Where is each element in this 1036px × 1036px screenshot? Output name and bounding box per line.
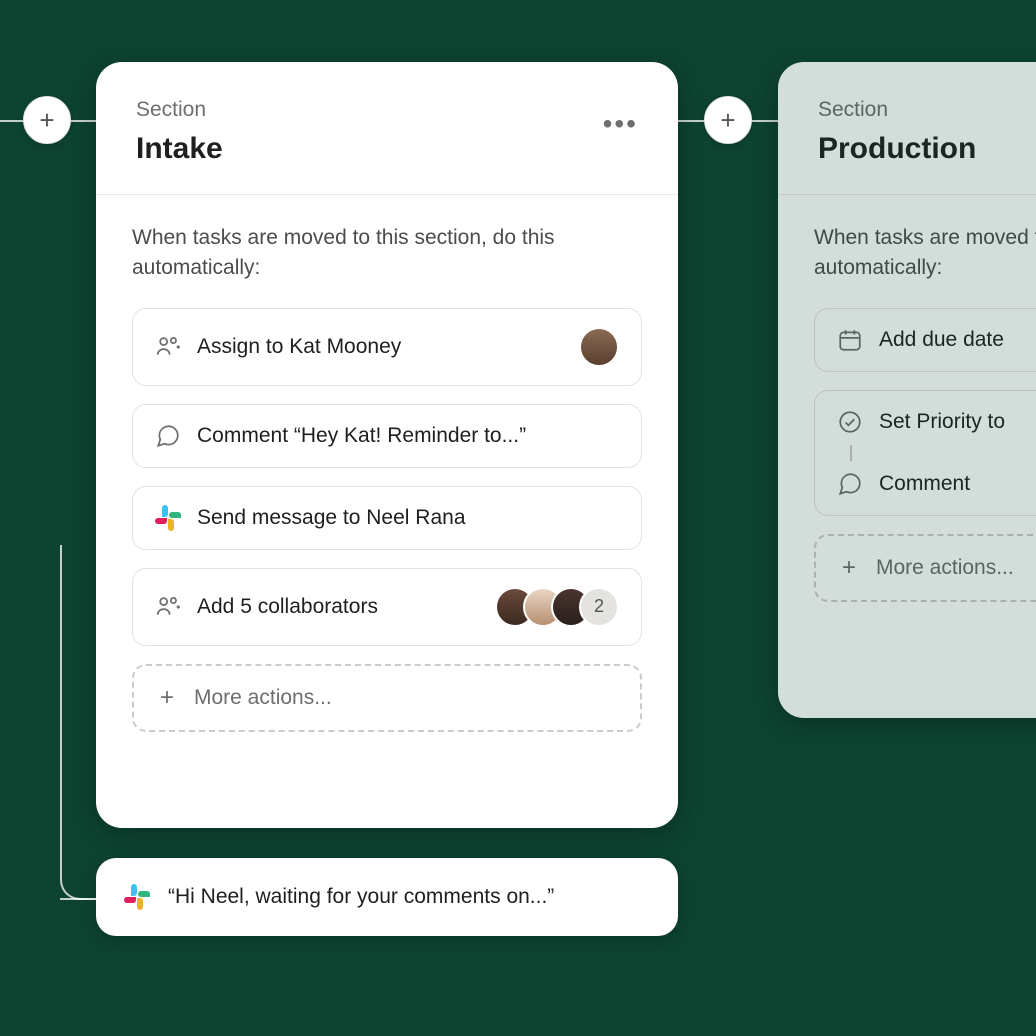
automation-prompt: When tasks are moved to this section, do… (132, 223, 642, 284)
card-header: Section Production (778, 62, 1036, 195)
card-body: When tasks are moved to this section, do… (778, 195, 1036, 650)
slack-message-text: “Hi Neel, waiting for your comments on..… (168, 885, 554, 909)
rule-group[interactable]: Set Priority to Comment (814, 390, 1036, 516)
rule-assign[interactable]: Assign to Kat Mooney (132, 308, 642, 386)
plus-icon: + (156, 684, 178, 712)
calendar-icon (837, 327, 863, 353)
section-label: Section (818, 98, 1036, 122)
avatar-stack: 2 (495, 587, 619, 627)
more-actions-label: More actions... (876, 556, 1014, 580)
rule-label: Set Priority to (879, 410, 1005, 434)
card-header: Section Intake ••• (96, 62, 678, 195)
more-actions-label: More actions... (194, 686, 332, 710)
add-section-button-right[interactable]: + (704, 96, 752, 144)
more-actions-button[interactable]: + More actions... (132, 664, 642, 732)
rule-comment[interactable]: Comment “Hey Kat! Reminder to...” (132, 404, 642, 468)
automation-prompt: When tasks are moved to this section, do… (814, 223, 1036, 284)
slack-message-preview: “Hi Neel, waiting for your comments on..… (96, 858, 678, 936)
plus-icon: + (720, 105, 735, 136)
section-label: Section (136, 98, 638, 122)
add-section-button-left[interactable]: + (23, 96, 71, 144)
rule-label: Send message to Neel Rana (197, 506, 466, 530)
card-body: When tasks are moved to this section, do… (96, 195, 678, 780)
rule-comment[interactable]: Comment (815, 453, 1036, 515)
section-card-intake: Section Intake ••• When tasks are moved … (96, 62, 678, 828)
assignee-icon (155, 334, 181, 360)
comment-icon (837, 471, 863, 497)
section-card-production: Section Production When tasks are moved … (778, 62, 1036, 718)
slack-connector-end (60, 898, 100, 900)
rule-add-collaborators[interactable]: Add 5 collaborators 2 (132, 568, 642, 646)
rule-set-priority[interactable]: Set Priority to (815, 391, 1036, 453)
check-circle-icon (837, 409, 863, 435)
rule-label: Comment (879, 472, 970, 496)
plus-icon: + (39, 105, 54, 136)
comment-icon (155, 423, 181, 449)
slack-connector (60, 545, 100, 900)
rule-slack-message[interactable]: Send message to Neel Rana (132, 486, 642, 550)
rule-label: Add 5 collaborators (197, 595, 378, 619)
rule-label: Assign to Kat Mooney (197, 335, 401, 359)
rule-label: Comment “Hey Kat! Reminder to...” (197, 424, 526, 448)
section-title: Production (818, 132, 1036, 166)
rule-label: Add due date (879, 328, 1004, 352)
slack-icon (124, 884, 150, 910)
plus-icon: + (838, 554, 860, 582)
collaborators-icon (155, 594, 181, 620)
rule-due-date[interactable]: Add due date (814, 308, 1036, 372)
rule-connector (850, 445, 852, 461)
more-menu-button[interactable]: ••• (603, 108, 638, 140)
slack-icon (155, 505, 181, 531)
section-title: Intake (136, 132, 638, 166)
avatar (579, 327, 619, 367)
avatar-overflow-count: 2 (579, 587, 619, 627)
more-actions-button[interactable]: + More actions... (814, 534, 1036, 602)
